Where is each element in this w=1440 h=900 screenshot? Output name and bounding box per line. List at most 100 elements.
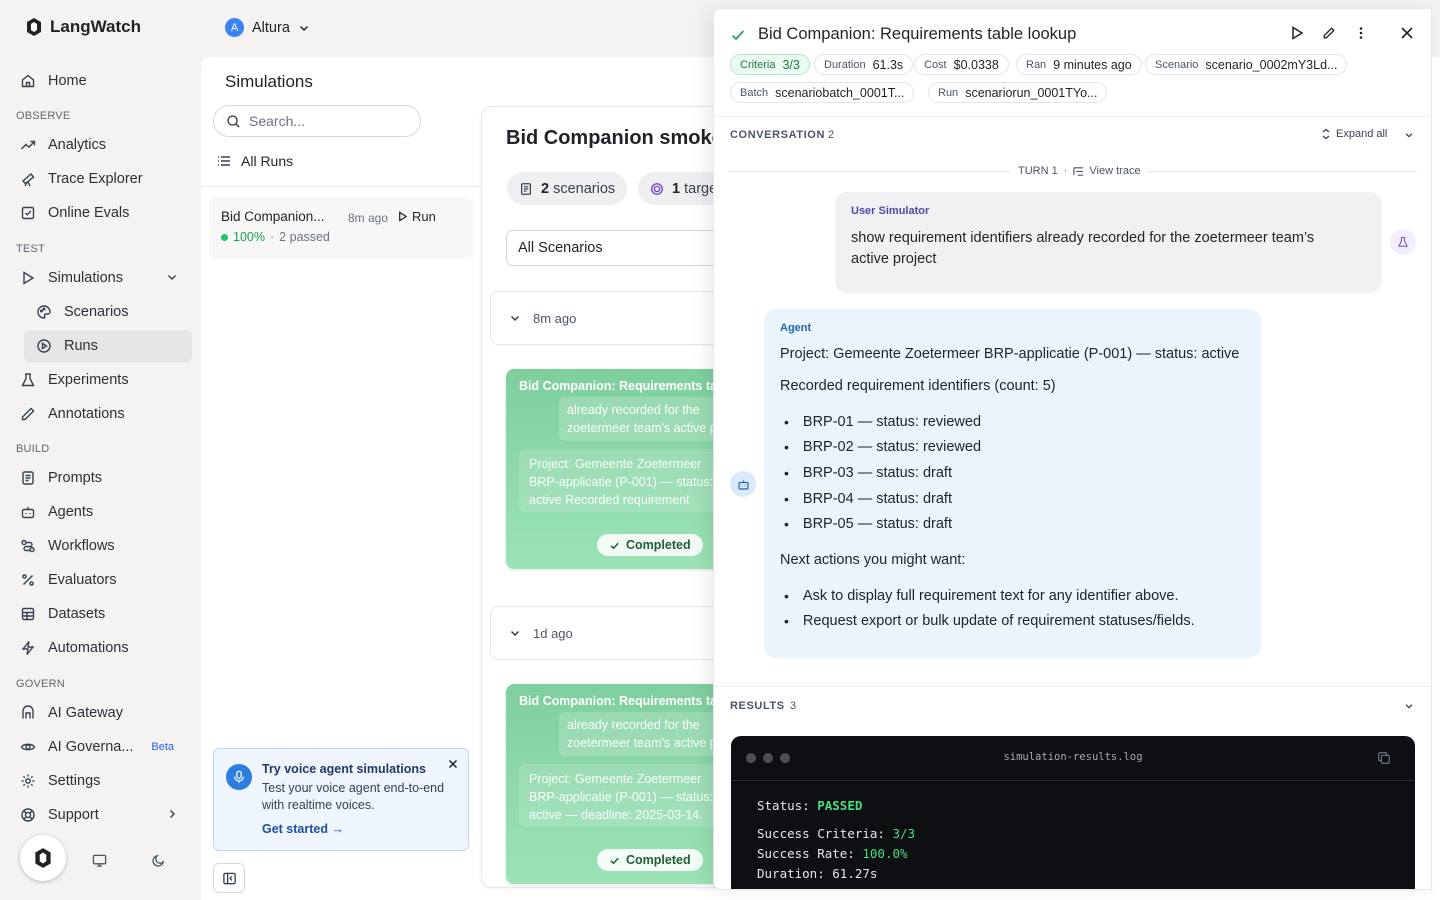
run-list-item[interactable]: Bid Companion... 8m ago Run 100% · 2 pas… <box>209 197 473 259</box>
sidebar-item-label: AI Gateway <box>48 705 123 721</box>
agent-count-line: Recorded requirement identifiers (count:… <box>780 378 1056 394</box>
sidebar-item-simulations[interactable]: Simulations <box>10 262 192 294</box>
moon-icon[interactable] <box>151 853 166 868</box>
scenario-run-card[interactable]: Bid Companion: Requirements table lookup… <box>506 369 740 569</box>
search-box[interactable] <box>213 105 421 137</box>
sidebar-item-support[interactable]: Support <box>10 799 192 831</box>
list-item-text: Request export or bulk update of require… <box>802 613 1195 629</box>
tag-key: Duration <box>824 58 866 71</box>
scenario-tag[interactable]: Scenario scenario_0002mY3Ld... <box>1145 54 1348 75</box>
log-key: Duration: <box>757 866 825 881</box>
sidebar-item-annotations[interactable]: Annotations <box>10 398 192 430</box>
run-tag[interactable]: Run scenariorun_0001TYo... <box>928 82 1108 103</box>
edit-icon[interactable] <box>1322 26 1336 40</box>
sidebar-item-analytics[interactable]: Analytics <box>10 129 192 161</box>
search-input[interactable] <box>249 113 399 129</box>
target-icon <box>651 182 663 195</box>
chevron-down-icon[interactable] <box>1404 701 1414 711</box>
scenarios-count: 2 <box>541 180 550 197</box>
divider <box>731 780 1415 781</box>
sidebar-item-scenarios[interactable]: Scenarios <box>24 296 192 328</box>
project-selector[interactable]: A Altura <box>225 18 310 37</box>
sidebar-item-settings[interactable]: Settings <box>10 765 192 797</box>
workflow-icon <box>21 539 35 553</box>
list-tree-icon <box>1073 166 1084 176</box>
sidebar-item-workflows[interactable]: Workflows <box>10 530 192 562</box>
microphone-icon <box>226 764 252 790</box>
status-label: Completed <box>626 853 691 867</box>
check-icon <box>610 542 619 549</box>
sidebar-item-agents[interactable]: Agents <box>10 496 192 528</box>
chevron-down-icon[interactable] <box>1404 130 1414 140</box>
sidebar-item-experiments[interactable]: Experiments <box>10 364 192 396</box>
sidebar-item-evaluators[interactable]: Evaluators <box>10 564 192 596</box>
page-title: Simulations <box>225 72 313 91</box>
play-icon[interactable] <box>1290 26 1304 40</box>
conversation-section-label: CONVERSATION <box>730 129 826 141</box>
log-criteria-value: 3/3 <box>892 826 916 841</box>
sidebar-item-trace-explorer[interactable]: Trace Explorer <box>10 163 192 195</box>
view-trace-link[interactable]: View trace <box>1073 165 1141 177</box>
document-icon <box>521 182 531 195</box>
expand-all-button[interactable]: Expand all <box>1321 128 1387 140</box>
sidebar-item-online-evals[interactable]: Online Evals <box>10 197 192 229</box>
scenarios-pill[interactable]: 2 scenarios <box>507 172 628 205</box>
sidebar-item-datasets[interactable]: Datasets <box>10 598 192 630</box>
project-avatar: A <box>225 18 244 37</box>
chevron-right-icon <box>170 810 175 818</box>
tag-value: 3/3 <box>782 57 800 72</box>
run-group-header[interactable]: 8m ago <box>490 291 740 345</box>
separator: · <box>1063 165 1068 177</box>
sidebar-item-label: Evaluators <box>48 572 117 588</box>
sidebar-item-runs[interactable]: Runs <box>24 330 192 362</box>
sidebar-item-label: Home <box>48 73 87 89</box>
monitor-icon[interactable] <box>92 853 107 868</box>
tag-key: Batch <box>740 86 769 99</box>
log-status-value: PASSED <box>817 798 863 813</box>
batch-tag[interactable]: Batch scenariobatch_0001T... <box>730 82 915 103</box>
detail-title: Bid Companion smoke <box>506 127 723 149</box>
close-icon[interactable] <box>448 759 458 769</box>
flask-icon <box>1390 229 1416 255</box>
tag-value: scenariorun_0001TYo... <box>965 85 1098 100</box>
simulation-detail: Bid Companion smoke 2 scenarios 1 target… <box>481 106 741 888</box>
ran-tag: Ran 9 minutes ago <box>1016 54 1142 75</box>
all-runs-filter[interactable]: All Runs <box>217 153 293 169</box>
get-started-link[interactable]: Get started → <box>262 822 344 836</box>
list-item: BRP-05 — status: draft <box>784 516 952 532</box>
app-logo[interactable]: LangWatch <box>24 16 141 38</box>
log-key: Success Criteria: <box>757 826 885 841</box>
chevron-down-icon <box>299 25 308 31</box>
sidebar-item-ai-governance[interactable]: AI Governa... Beta <box>10 731 192 763</box>
sidebar-item-label: Experiments <box>48 372 129 388</box>
sidebar-item-prompts[interactable]: Prompts <box>10 462 192 494</box>
user-message: User Simulator show requirement identifi… <box>835 192 1382 293</box>
log-duration-value: 61.27s <box>832 866 878 881</box>
sidebar-item-automations[interactable]: Automations <box>10 632 192 664</box>
user-message-label: User Simulator <box>851 205 930 217</box>
tag-value: scenario_0002mY3Ld... <box>1205 57 1338 72</box>
sidebar-item-ai-gateway[interactable]: AI Gateway <box>10 697 192 729</box>
sidebar-item-home[interactable]: Home <box>10 65 192 97</box>
collapse-sidebar-button[interactable] <box>213 863 245 893</box>
run-button[interactable]: Run <box>397 209 436 224</box>
sidebar-item-label: Trace Explorer <box>48 171 143 187</box>
tag-key: Criteria <box>740 58 776 71</box>
conversation-count: 2 <box>828 129 835 141</box>
scenario-filter-select[interactable]: All Scenarios <box>506 230 740 266</box>
drawer-title: Bid Companion: Requirements table lookup <box>758 25 1077 43</box>
tag-value: 61.3s <box>872 57 904 72</box>
more-vertical-icon[interactable] <box>1354 26 1368 40</box>
voice-promo-title: Try voice agent simulations <box>262 762 426 776</box>
run-group-time: 8m ago <box>533 310 577 326</box>
chevron-down-icon[interactable] <box>166 271 178 283</box>
scenario-run-card[interactable]: Bid Companion: Requirements table lookup… <box>506 684 740 884</box>
run-group-header[interactable]: 1d ago <box>490 606 740 660</box>
user-menu-button[interactable] <box>20 835 66 881</box>
run-card-title: Bid Companion: Requirements table lookup <box>519 694 740 708</box>
sidebar-item-label: Analytics <box>48 137 107 153</box>
copy-icon[interactable] <box>1377 751 1391 765</box>
section-observe: OBSERVE <box>16 110 71 122</box>
list-icon <box>218 156 230 166</box>
close-icon[interactable] <box>1400 26 1414 40</box>
